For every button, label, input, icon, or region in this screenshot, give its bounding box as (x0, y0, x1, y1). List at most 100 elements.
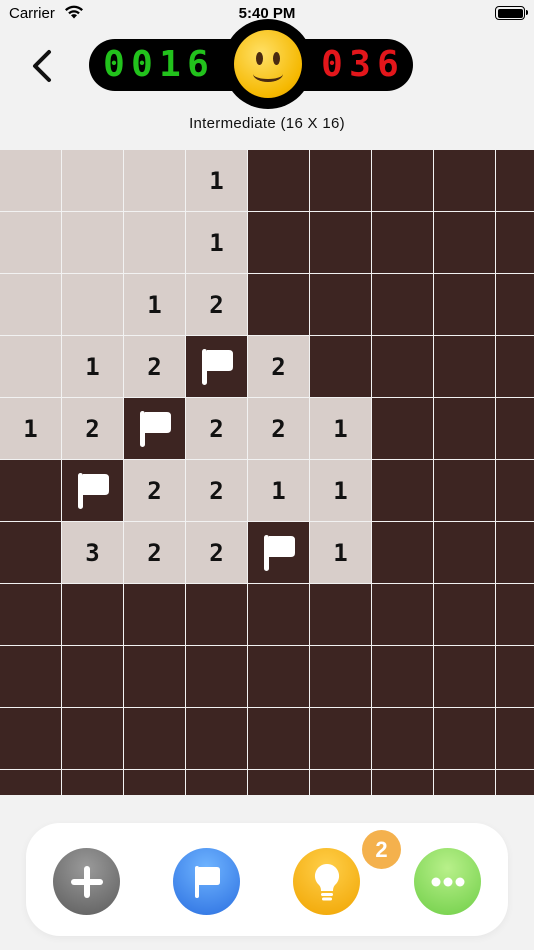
unrevealed-cell[interactable] (310, 584, 371, 645)
unrevealed-cell[interactable] (248, 770, 309, 795)
unrevealed-cell[interactable] (434, 708, 495, 769)
revealed-empty-cell[interactable] (62, 274, 123, 335)
unrevealed-cell[interactable] (496, 398, 534, 459)
unrevealed-cell[interactable] (310, 212, 371, 273)
unrevealed-cell[interactable] (496, 460, 534, 521)
unrevealed-cell[interactable] (186, 770, 247, 795)
back-button[interactable] (22, 44, 62, 88)
revealed-number-cell[interactable]: 2 (248, 398, 309, 459)
unrevealed-cell[interactable] (434, 212, 495, 273)
revealed-empty-cell[interactable] (0, 274, 61, 335)
revealed-number-cell[interactable]: 1 (0, 398, 61, 459)
revealed-number-cell[interactable]: 2 (248, 336, 309, 397)
unrevealed-cell[interactable] (186, 708, 247, 769)
revealed-number-cell[interactable]: 2 (62, 398, 123, 459)
unrevealed-cell[interactable] (434, 584, 495, 645)
revealed-empty-cell[interactable] (0, 336, 61, 397)
revealed-number-cell[interactable]: 2 (124, 522, 185, 583)
revealed-empty-cell[interactable] (124, 212, 185, 273)
unrevealed-cell[interactable] (372, 150, 433, 211)
unrevealed-cell[interactable] (248, 150, 309, 211)
hint-button[interactable] (293, 848, 360, 915)
unrevealed-cell[interactable] (372, 212, 433, 273)
revealed-empty-cell[interactable] (62, 212, 123, 273)
revealed-number-cell[interactable]: 2 (124, 336, 185, 397)
revealed-number-cell[interactable]: 1 (62, 336, 123, 397)
unrevealed-cell[interactable] (496, 274, 534, 335)
revealed-number-cell[interactable]: 1 (310, 460, 371, 521)
revealed-number-cell[interactable]: 1 (186, 212, 247, 273)
revealed-number-cell[interactable]: 2 (186, 274, 247, 335)
revealed-number-cell[interactable]: 1 (310, 398, 371, 459)
unrevealed-cell[interactable] (124, 584, 185, 645)
unrevealed-cell[interactable] (434, 770, 495, 795)
unrevealed-cell[interactable] (372, 584, 433, 645)
unrevealed-cell[interactable] (434, 460, 495, 521)
unrevealed-cell[interactable] (124, 770, 185, 795)
revealed-number-cell[interactable]: 2 (186, 398, 247, 459)
unrevealed-cell[interactable] (0, 646, 61, 707)
unrevealed-cell[interactable] (62, 584, 123, 645)
unrevealed-cell[interactable] (372, 708, 433, 769)
revealed-empty-cell[interactable] (0, 150, 61, 211)
unrevealed-cell[interactable] (372, 398, 433, 459)
unrevealed-cell[interactable] (310, 150, 371, 211)
unrevealed-cell[interactable] (62, 770, 123, 795)
unrevealed-cell[interactable] (62, 646, 123, 707)
unrevealed-cell[interactable] (496, 212, 534, 273)
unrevealed-cell[interactable] (124, 646, 185, 707)
unrevealed-cell[interactable] (186, 646, 247, 707)
unrevealed-cell[interactable] (496, 708, 534, 769)
unrevealed-cell[interactable] (248, 212, 309, 273)
unrevealed-cell[interactable] (0, 584, 61, 645)
unrevealed-cell[interactable] (248, 708, 309, 769)
unrevealed-cell[interactable] (434, 336, 495, 397)
unrevealed-cell[interactable] (372, 646, 433, 707)
unrevealed-cell[interactable] (248, 274, 309, 335)
revealed-number-cell[interactable]: 1 (124, 274, 185, 335)
unrevealed-cell[interactable] (0, 460, 61, 521)
unrevealed-cell[interactable] (310, 274, 371, 335)
revealed-number-cell[interactable]: 2 (124, 460, 185, 521)
unrevealed-cell[interactable] (434, 274, 495, 335)
unrevealed-cell[interactable] (372, 336, 433, 397)
unrevealed-cell[interactable] (434, 150, 495, 211)
unrevealed-cell[interactable] (62, 708, 123, 769)
unrevealed-cell[interactable] (496, 522, 534, 583)
revealed-number-cell[interactable]: 2 (186, 522, 247, 583)
unrevealed-cell[interactable] (310, 646, 371, 707)
unrevealed-cell[interactable] (310, 770, 371, 795)
revealed-number-cell[interactable]: 1 (186, 150, 247, 211)
flag-mode-button[interactable] (173, 848, 240, 915)
revealed-empty-cell[interactable] (124, 150, 185, 211)
unrevealed-cell[interactable] (0, 522, 61, 583)
unrevealed-cell[interactable] (496, 646, 534, 707)
revealed-empty-cell[interactable] (0, 212, 61, 273)
smiley-face-button[interactable] (234, 30, 302, 98)
unrevealed-cell[interactable] (434, 398, 495, 459)
flagged-cell[interactable] (248, 522, 309, 583)
unrevealed-cell[interactable] (496, 336, 534, 397)
unrevealed-cell[interactable] (0, 708, 61, 769)
revealed-number-cell[interactable]: 3 (62, 522, 123, 583)
unrevealed-cell[interactable] (310, 708, 371, 769)
flagged-cell[interactable] (124, 398, 185, 459)
unrevealed-cell[interactable] (248, 584, 309, 645)
unrevealed-cell[interactable] (496, 770, 534, 795)
unrevealed-cell[interactable] (434, 522, 495, 583)
flagged-cell[interactable] (62, 460, 123, 521)
unrevealed-cell[interactable] (372, 770, 433, 795)
unrevealed-cell[interactable] (496, 584, 534, 645)
unrevealed-cell[interactable] (310, 336, 371, 397)
more-options-button[interactable] (414, 848, 481, 915)
unrevealed-cell[interactable] (372, 274, 433, 335)
unrevealed-cell[interactable] (186, 584, 247, 645)
unrevealed-cell[interactable] (248, 646, 309, 707)
new-game-button[interactable] (53, 848, 120, 915)
unrevealed-cell[interactable] (124, 708, 185, 769)
unrevealed-cell[interactable] (0, 770, 61, 795)
revealed-number-cell[interactable]: 2 (186, 460, 247, 521)
unrevealed-cell[interactable] (496, 150, 534, 211)
flagged-cell[interactable] (186, 336, 247, 397)
unrevealed-cell[interactable] (434, 646, 495, 707)
